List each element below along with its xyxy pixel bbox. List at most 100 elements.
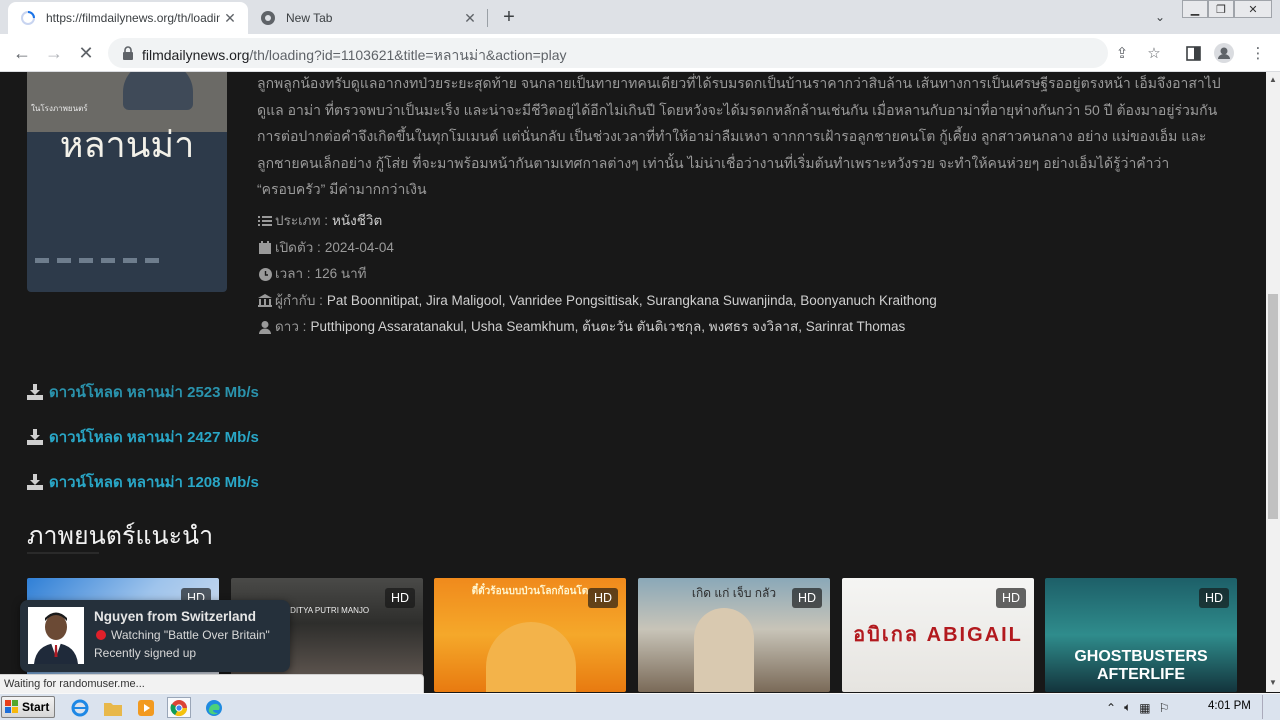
movie-card-4[interactable]: เกิด แก่ เจ็บ กลัว HD [638, 578, 830, 692]
start-button[interactable]: Start [1, 696, 55, 718]
download-icon [27, 429, 43, 445]
url-text: filmdailynews.org/th/loading?id=1103621&… [142, 45, 567, 67]
flag-icon[interactable]: ⚐ [1159, 701, 1170, 715]
page-scrollbar[interactable]: ▲ ▼ [1266, 72, 1280, 692]
side-panel-icon[interactable] [1183, 43, 1203, 63]
back-button[interactable]: ← [10, 41, 34, 65]
taskbar-clock[interactable]: 4:01 PM [1208, 700, 1251, 712]
movie-card-5[interactable]: อบิเกล ABIGAIL HD [842, 578, 1034, 692]
recommended-heading: ภาพยนตร์แนะนำ [27, 521, 214, 550]
download-icon [27, 474, 43, 490]
movie-synopsis: ลูกพลูกน้องทรับดูแลอากงทป่วยระยะสุดท้าย … [257, 75, 1221, 197]
browser-status-bar: Waiting for randomuser.me... [0, 674, 424, 693]
poster-title: หลานม่า [59, 125, 195, 166]
scroll-up-arrow-icon[interactable]: ▲ [1269, 75, 1277, 84]
notification-activity: Watching "Battle Over Britain" [111, 628, 270, 642]
meta-genre: ประเภท : หนังชีวิต [257, 208, 937, 235]
poster-figure [123, 72, 193, 110]
loading-spinner-icon [21, 11, 35, 25]
tab-separator [487, 9, 488, 27]
poster-tagline: ในโรงภาพยนตร์ [31, 104, 88, 113]
download-link-label[interactable]: ดาวน์โหลด หลานม่า 2427 Mb/s [49, 425, 259, 449]
hd-badge: HD [1199, 588, 1229, 608]
movie-card-3[interactable]: ตี๋ตั๋วร้อนบบป่วนโลกก้อนโต HD [434, 578, 626, 692]
restore-button[interactable]: ❐ [1208, 0, 1234, 18]
browser-toolbar: ← → ✕ filmdailynews.org/th/loading?id=11… [0, 34, 1280, 72]
close-window-button[interactable]: ✕ [1234, 0, 1272, 18]
network-icon[interactable]: ▦ [1139, 701, 1150, 715]
tab-search-icon[interactable]: ⌄ [1150, 8, 1170, 26]
chrome-icon [261, 11, 275, 25]
meta-value[interactable]: หนังชีวิต [332, 208, 382, 235]
hd-badge: HD [996, 588, 1026, 608]
bookmark-star-icon[interactable]: ☆ [1144, 43, 1164, 63]
movie-card-6[interactable]: GHOSTBUSTERS AFTERLIFE HD [1045, 578, 1237, 692]
system-tray: ⌃ 🔈︎ ▦ ⚐ [1106, 697, 1169, 718]
show-desktop-button[interactable] [1262, 695, 1276, 719]
notification-subtext: Recently signed up [94, 646, 197, 660]
card-character [486, 622, 576, 692]
folder-icon[interactable] [101, 697, 125, 718]
tab-new-tab[interactable]: New Tab ✕ [250, 2, 488, 34]
tab-strip: https://filmdailynews.org/th/loading ✕ N… [0, 0, 1280, 34]
meta-label: ประเภท : [275, 213, 328, 228]
url-path: /th/loading?id=1103621&title=หลานม่า&act… [249, 47, 567, 63]
poster-logos [35, 258, 219, 266]
meta-value[interactable]: Pat Boonnitipat, Jira Maligool, Vanridee… [327, 288, 937, 315]
meta-director: ผู้กำกับ : Pat Boonnitipat, Jira Maligoo… [257, 288, 937, 315]
card-text: GHOSTBUSTERS AFTERLIFE [1074, 648, 1208, 683]
close-tab-icon[interactable]: ✕ [220, 8, 240, 28]
download-link-2[interactable]: ดาวน์โหลด หลานม่า 2427 Mb/s [27, 427, 259, 447]
hd-badge: HD [385, 588, 415, 608]
media-player-icon[interactable] [134, 697, 158, 718]
tab-title: New Tab [286, 11, 333, 25]
bank-icon [257, 294, 273, 308]
download-link-1[interactable]: ดาวน์โหลด หลานม่า 2523 Mb/s [27, 382, 259, 402]
meta-duration: เวลา : 126 นาที [257, 261, 937, 288]
close-tab-icon[interactable]: ✕ [460, 8, 480, 28]
forward-button[interactable]: → [42, 41, 66, 65]
download-link-label[interactable]: ดาวน์โหลด หลานม่า 1208 Mb/s [49, 470, 259, 494]
list-icon [257, 214, 273, 228]
signup-notification[interactable]: Nguyen from Switzerland Watching "Battle… [20, 600, 290, 672]
tab-active[interactable]: https://filmdailynews.org/th/loading ✕ [8, 2, 248, 34]
chrome-taskbar-icon[interactable] [167, 697, 191, 718]
scroll-down-arrow-icon[interactable]: ▼ [1269, 678, 1277, 687]
tray-expand-icon[interactable]: ⌃ [1106, 701, 1116, 715]
hd-badge: HD [792, 588, 822, 608]
live-dot-icon [96, 630, 106, 640]
meta-value[interactable]: Putthipong Assaratanakul, Usha Seamkhum,… [310, 314, 905, 341]
download-link-label[interactable]: ดาวน์โหลด หลานม่า 2523 Mb/s [49, 380, 259, 404]
tab-title: https://filmdailynews.org/th/loading [46, 11, 220, 25]
ie-icon[interactable] [68, 697, 92, 718]
download-link-3[interactable]: ดาวน์โหลด หลานม่า 1208 Mb/s [27, 472, 259, 492]
page-content: ในโรงภาพยนตร์ หลานม่า ลูกพลูกน้องทรับดูแ… [0, 72, 1266, 692]
stop-loading-button[interactable]: ✕ [74, 41, 98, 65]
meta-label: ผู้กำกับ : [275, 292, 323, 308]
scrollbar-thumb[interactable] [1268, 294, 1278, 519]
avatar [28, 607, 84, 664]
meta-release: เปิดตัว : 2024-04-04 [257, 235, 937, 262]
meta-cast: ดาว : Putthipong Assaratanakul, Usha Sea… [257, 314, 937, 341]
card-text: อบิเกล ABIGAIL [853, 624, 1023, 646]
meta-label: เวลา : [275, 266, 311, 281]
meta-label: เปิดตัว : [275, 239, 321, 255]
share-icon[interactable]: ⇪ [1112, 43, 1132, 63]
lock-icon [123, 46, 133, 60]
start-label: Start [22, 700, 50, 714]
movie-poster: ในโรงภาพยนตร์ หลานม่า [27, 72, 227, 292]
new-tab-button[interactable]: + [498, 6, 520, 28]
edge-icon[interactable] [202, 697, 226, 718]
movie-meta: ประเภท : หนังชีวิต เปิดตัว : 2024-04-04 … [257, 208, 937, 341]
profile-avatar-icon[interactable] [1214, 43, 1234, 63]
volume-icon[interactable]: 🔈︎ [1124, 700, 1131, 715]
meta-label: ดาว : [275, 319, 307, 334]
kebab-menu-icon[interactable]: ⋮ [1248, 43, 1268, 63]
url-host: filmdailynews.org [142, 47, 250, 63]
card-character [694, 608, 754, 692]
notification-name: Nguyen from Switzerland [94, 609, 257, 624]
minimize-button[interactable]: ▁ [1182, 0, 1208, 18]
heading-underline [27, 552, 99, 554]
download-icon [27, 384, 43, 400]
address-bar[interactable]: filmdailynews.org/th/loading?id=1103621&… [108, 38, 1108, 68]
